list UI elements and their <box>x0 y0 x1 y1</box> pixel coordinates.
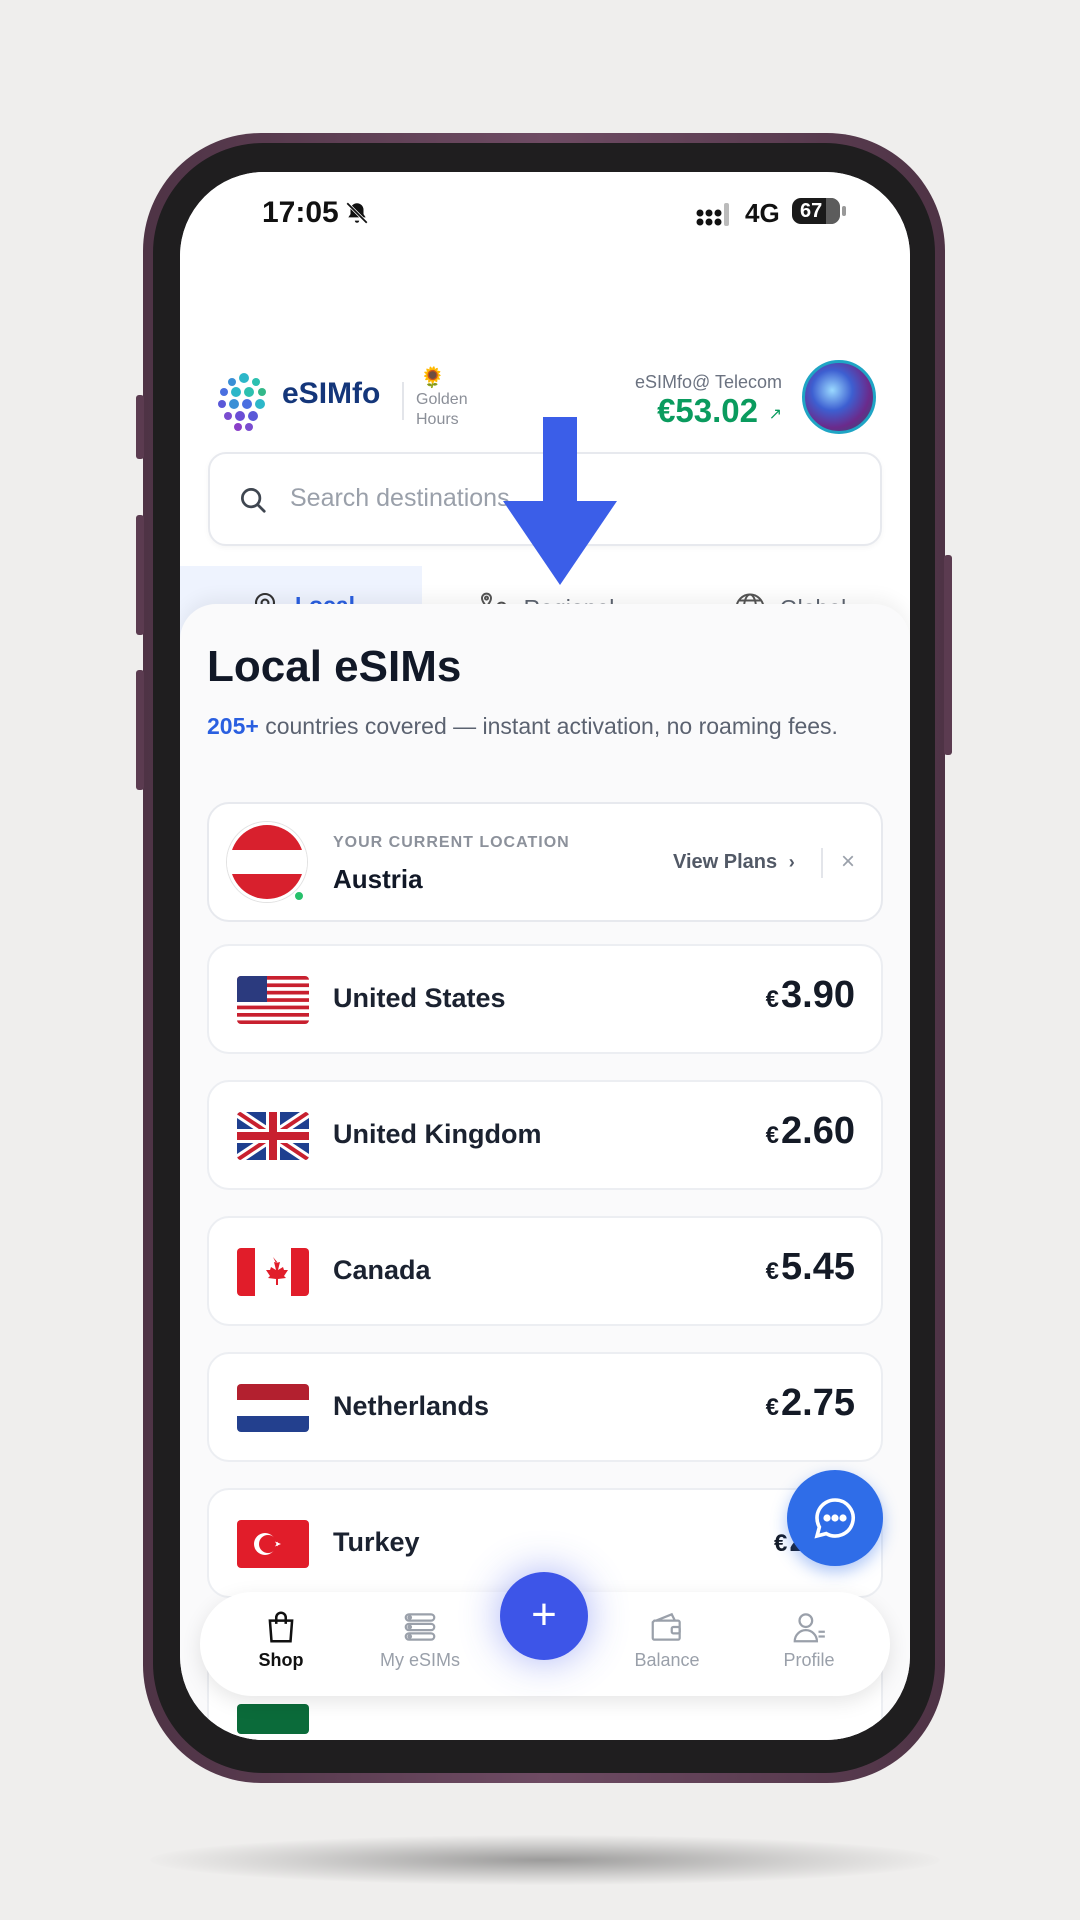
country-price: €2.75 <box>766 1382 855 1425</box>
current-location-card[interactable]: YOUR CURRENT LOCATION Austria View Plans… <box>207 802 883 922</box>
view-plans-button[interactable]: View Plans › <box>673 851 795 874</box>
current-location-label: YOUR CURRENT LOCATION <box>333 834 570 851</box>
header-divider <box>402 382 404 420</box>
online-dot <box>293 890 305 902</box>
currency-symbol: € <box>765 1122 780 1149</box>
card-divider <box>821 848 823 878</box>
esimfo-logo-icon <box>218 373 266 431</box>
bag-icon <box>268 1611 294 1643</box>
nav-balance[interactable]: Balance <box>612 1608 722 1671</box>
search-icon <box>241 488 266 513</box>
power-button <box>944 555 952 755</box>
country-row-united-kingdom[interactable]: United Kingdom €2.60 <box>207 1080 883 1190</box>
nav-shop[interactable]: Shop <box>226 1608 336 1671</box>
section-title: Local eSIMs <box>207 642 462 691</box>
bell-muted-icon <box>346 202 368 224</box>
price-value: 2.60 <box>781 1110 855 1152</box>
chat-bubble-icon <box>814 1498 855 1539</box>
nav-my-esims-label: My eSIMs <box>379 1650 460 1670</box>
country-price: €3.90 <box>766 974 855 1017</box>
nav-shop-label: Shop <box>258 1650 304 1670</box>
list-icon <box>404 1613 436 1641</box>
search-placeholder: Search destinations <box>290 484 510 512</box>
currency-symbol: € <box>765 1394 780 1421</box>
currency-symbol: € <box>773 1530 788 1557</box>
country-name: Turkey <box>333 1527 420 1557</box>
section-subtitle: 205+ countries covered — instant activat… <box>207 708 877 745</box>
golden-hours-label: Golden Hours <box>416 391 468 428</box>
country-price: €5.45 <box>766 1246 855 1289</box>
nav-profile[interactable]: Profile <box>754 1608 864 1671</box>
annotation-arrow-down-icon <box>503 417 617 585</box>
us-flag-icon <box>237 976 309 1024</box>
price-value: 5.45 <box>781 1246 855 1288</box>
battery-level: 67 <box>800 200 823 222</box>
price-value: 2.75 <box>781 1382 855 1424</box>
close-button[interactable]: × <box>841 848 855 876</box>
battery-indicator: 67 <box>792 198 846 224</box>
wallet-icon <box>651 1612 681 1641</box>
nav-balance-label: Balance <box>634 1650 700 1670</box>
country-name: United Kingdom <box>333 1119 542 1149</box>
account-name: eSIMfo@ Telecom <box>635 372 782 392</box>
subtitle-text: countries covered — instant activation, … <box>258 713 838 739</box>
arrow-up-right-icon: ↗ <box>768 406 782 423</box>
netherlands-flag-icon <box>237 1384 309 1432</box>
status-time: 17:05 <box>262 196 339 229</box>
currency-symbol: € <box>765 1258 780 1285</box>
nav-my-esims[interactable]: My eSIMs <box>365 1608 475 1671</box>
country-price: €2.60 <box>766 1110 855 1153</box>
local-esims-section: Local eSIMs 205+ countries covered — ins… <box>180 604 910 1740</box>
mute-switch <box>136 395 144 459</box>
view-plans-label: View Plans <box>673 851 778 873</box>
brand-name: eSIMfo <box>282 377 381 410</box>
current-location-country: Austria <box>333 864 423 894</box>
battery-empty-part <box>826 198 840 224</box>
country-name: Netherlands <box>333 1391 490 1421</box>
avatar[interactable] <box>802 360 876 434</box>
canada-flag-icon <box>237 1248 309 1296</box>
chevron-right-icon: › <box>788 852 795 872</box>
partial-flag-icon <box>237 1704 309 1734</box>
nav-profile-label: Profile <box>783 1650 835 1670</box>
signal-icon <box>696 203 729 226</box>
profile-icon <box>793 1613 825 1643</box>
country-row-netherlands[interactable]: Netherlands €2.75 <box>207 1352 883 1462</box>
account-balance[interactable]: €53.02 <box>657 392 758 430</box>
country-name: United States <box>333 983 506 1013</box>
turkey-flag-icon <box>237 1520 309 1568</box>
price-value: 3.90 <box>781 974 855 1016</box>
sunflower-icon: 🌻 <box>420 367 445 389</box>
currency-symbol: € <box>765 986 780 1013</box>
volume-up-button <box>136 515 144 635</box>
stage: 17:05 4G 67 eSIMfo 🌻 Golden Hours eSIMfo… <box>0 0 1080 1920</box>
phone-shadow <box>150 1835 940 1885</box>
status-bar: 17:05 4G 67 <box>180 172 910 252</box>
country-row-canada[interactable]: Canada €5.45 <box>207 1216 883 1326</box>
uk-flag-icon <box>237 1112 309 1160</box>
country-row-united-states[interactable]: United States €3.90 <box>207 944 883 1054</box>
country-name: Canada <box>333 1255 431 1285</box>
add-button[interactable]: + <box>500 1572 588 1660</box>
volume-down-button <box>136 670 144 790</box>
network-type: 4G <box>745 198 780 228</box>
app-screen: 17:05 4G 67 eSIMfo 🌻 Golden Hours eSIMfo… <box>180 172 910 1740</box>
chat-support-button[interactable] <box>787 1470 883 1566</box>
countries-count: 205+ <box>207 713 259 739</box>
